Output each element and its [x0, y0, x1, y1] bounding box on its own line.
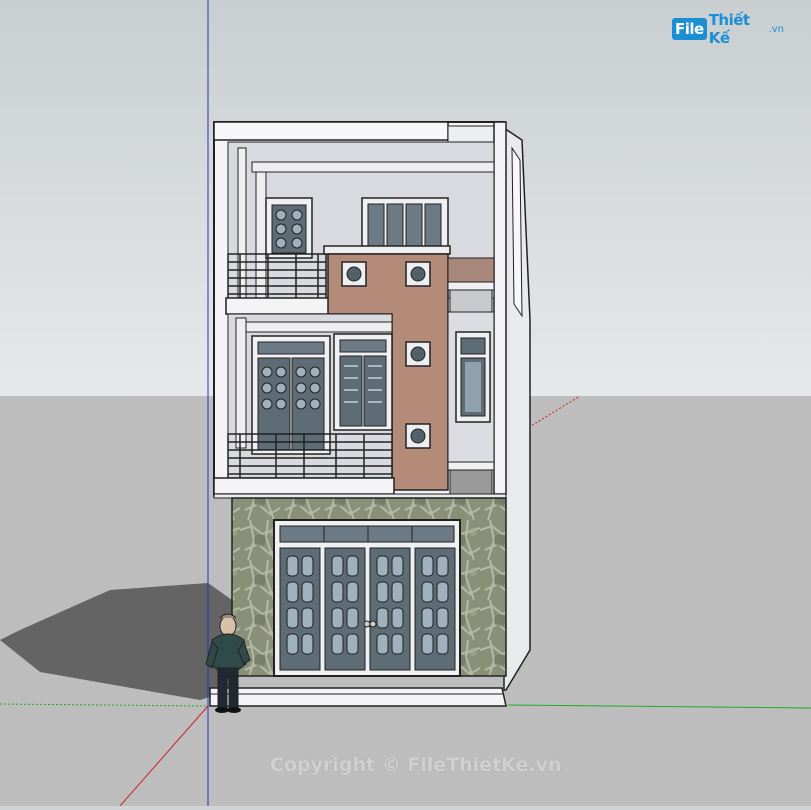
middle-window — [333, 333, 393, 431]
top-left-window — [265, 197, 313, 259]
logo-suffix: .vn — [768, 23, 784, 35]
side-window — [455, 331, 491, 423]
top-right-window — [361, 197, 449, 249]
main-entrance-door — [273, 519, 461, 677]
plinth — [209, 687, 507, 707]
copyright-watermark: Copyright © FileThietKe.vn — [270, 754, 562, 776]
logo-text: Thiết Kế — [708, 11, 750, 47]
logo-file-box: File — [672, 18, 707, 40]
model-scene[interactable] — [0, 0, 811, 807]
middle-door — [251, 335, 331, 455]
sketchup-viewport[interactable] — [0, 0, 811, 807]
site-logo: File Thiết Kế .vn — [672, 11, 784, 47]
